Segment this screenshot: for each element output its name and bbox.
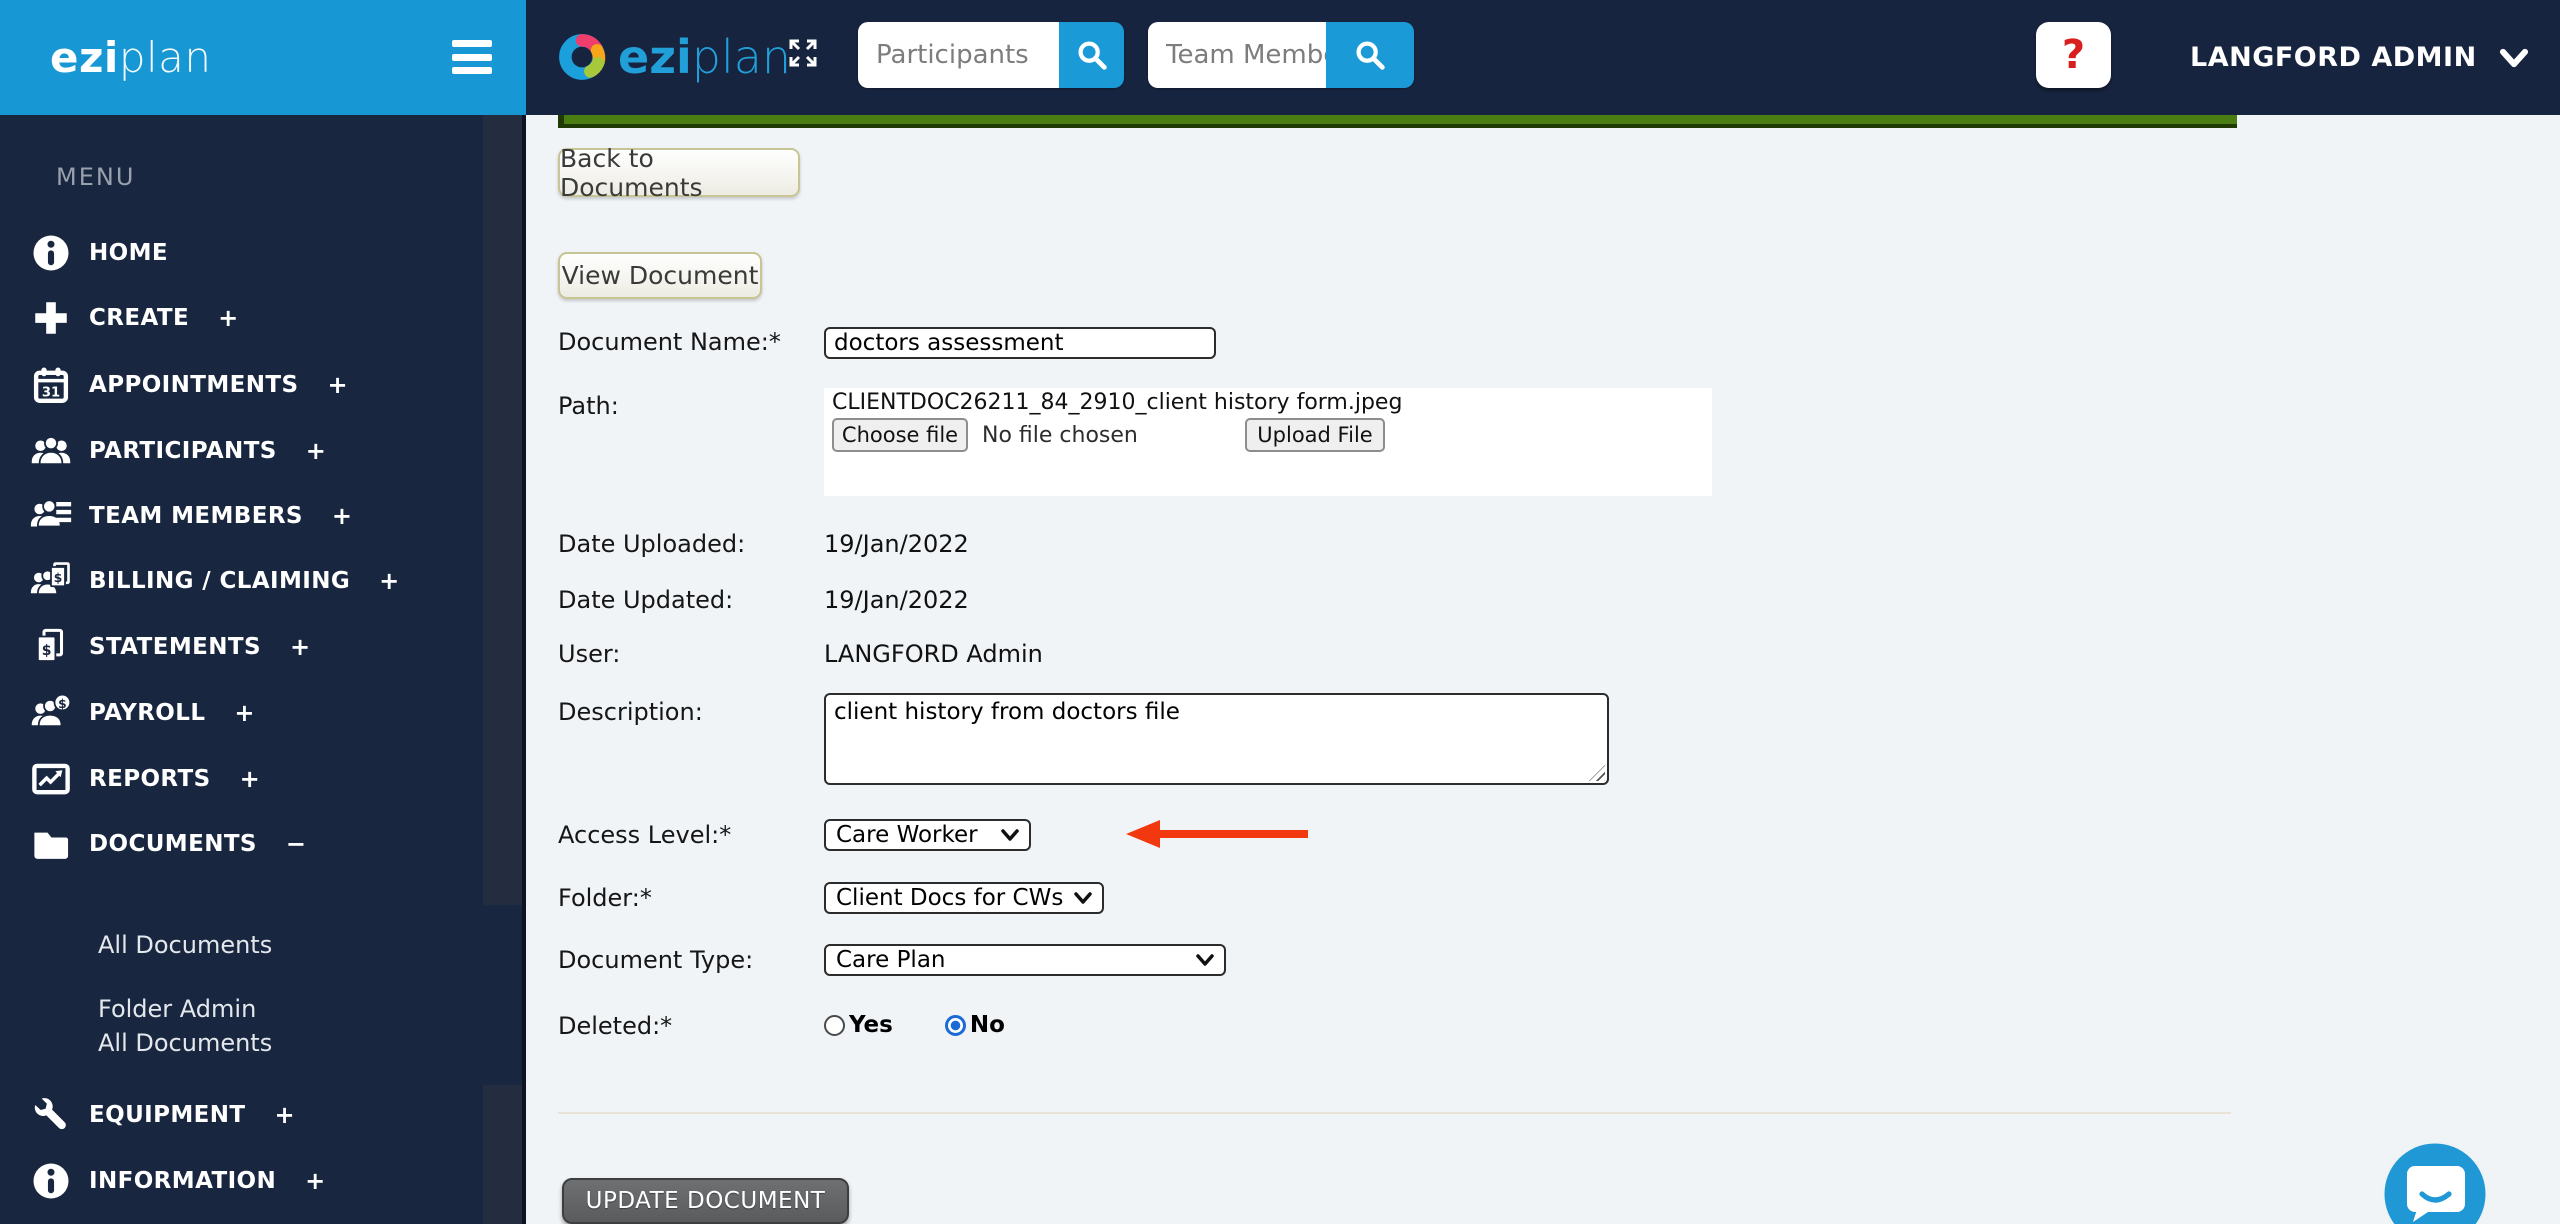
deleted-yes-radio[interactable] — [824, 1014, 845, 1036]
deleted-label: Deleted:* — [558, 1012, 673, 1040]
app-logo-text: eziplan — [618, 30, 792, 84]
description-textarea[interactable]: client history from doctors file — [824, 693, 1609, 785]
panel-top-green-bar — [558, 115, 2237, 128]
sidebar-logo[interactable]: eziplan — [50, 33, 212, 82]
fullscreen-expand-icon[interactable] — [788, 38, 818, 68]
svg-text:$: $ — [58, 697, 67, 711]
sidebar-item-appointments[interactable]: 31 APPOINTMENTS + — [0, 363, 483, 407]
payroll-coin-icon: $ — [31, 693, 72, 727]
sidebar-item-billing-claiming[interactable]: $ BILLING / CLAIMING + — [0, 559, 483, 603]
sidebar-item-home[interactable]: HOME — [0, 231, 483, 275]
deleted-no-label: No — [969, 1012, 1005, 1038]
user-label: User: — [558, 640, 621, 668]
folder-label: Folder:* — [558, 884, 652, 912]
sidebar-logo-bold: ezi — [50, 33, 119, 82]
sidebar-item-team-members[interactable]: TEAM MEMBERS + — [0, 494, 483, 538]
deleted-no-radio[interactable] — [944, 1014, 966, 1036]
date-uploaded-label: Date Uploaded: — [558, 530, 746, 558]
people-group-icon — [31, 436, 71, 465]
submenu-item-folder-admin[interactable]: Folder Admin — [0, 989, 522, 1029]
no-file-chosen-text: No file chosen — [982, 423, 1138, 448]
statement-document-icon: $ — [37, 628, 64, 662]
hamburger-menu-icon[interactable] — [452, 40, 492, 74]
access-level-select[interactable]: Care Worker — [824, 819, 1031, 851]
search-icon — [1356, 41, 1385, 70]
participants-search-input[interactable] — [858, 22, 1059, 88]
upload-file-button[interactable]: Upload File — [1245, 418, 1385, 452]
sidebar-item-statements[interactable]: $ STATEMENTS + — [0, 625, 483, 669]
deleted-yes-label: Yes — [849, 1012, 893, 1038]
back-to-documents-button[interactable]: Back to Documents — [558, 144, 800, 202]
team-members-search-button[interactable] — [1326, 22, 1414, 88]
date-updated-label: Date Updated: — [558, 586, 734, 614]
info-circle-icon — [33, 1163, 69, 1199]
document-type-label: Document Type: — [558, 946, 754, 974]
sidebar-edge — [522, 115, 526, 1224]
sidebar-logo-light: plan — [118, 33, 212, 82]
view-document-button[interactable]: View Document — [558, 252, 762, 299]
chart-icon — [32, 763, 70, 795]
folder-select[interactable]: Client Docs for CWs — [824, 882, 1104, 914]
path-filename: CLIENTDOC26211_84_2910_client history fo… — [832, 390, 1403, 415]
svg-text:31: 31 — [42, 385, 60, 400]
logo-donut-icon — [559, 34, 606, 80]
red-annotation-arrow — [1126, 820, 1308, 848]
info-circle-icon — [33, 235, 69, 271]
svg-text:$: $ — [54, 571, 63, 585]
svg-text:$: $ — [42, 643, 52, 659]
path-label: Path: — [558, 392, 619, 420]
description-label: Description: — [558, 698, 703, 726]
sidebar-item-participants[interactable]: PARTICIPANTS + — [0, 429, 483, 473]
select-chevron-icon — [1074, 892, 1092, 904]
select-chevron-icon — [1001, 829, 1019, 841]
sidebar-item-payroll[interactable]: $ PAYROLL + — [0, 691, 483, 735]
form-bottom-divider — [558, 1112, 2231, 1114]
sidebar-header: eziplan — [0, 0, 526, 115]
calendar-icon: 31 — [33, 367, 69, 403]
document-type-select[interactable]: Care Plan — [824, 944, 1226, 976]
submenu-item-all-documents[interactable]: All Documents — [0, 925, 522, 965]
menu-section-label: MENU — [56, 163, 136, 191]
date-uploaded-value: 19/Jan/2022 — [824, 530, 969, 558]
chat-widget-button[interactable] — [2381, 1140, 2489, 1224]
select-chevron-icon — [1196, 954, 1214, 966]
plus-icon — [35, 302, 67, 334]
search-icon — [1077, 41, 1107, 70]
participants-search — [858, 22, 1124, 88]
app-logo[interactable]: eziplan — [556, 30, 791, 84]
deleted-radio-group: Yes No — [824, 1012, 1005, 1038]
participants-search-button[interactable] — [1059, 22, 1124, 88]
help-question-mark: ? — [2061, 32, 2086, 78]
sidebar-item-equipment[interactable]: EQUIPMENT + — [0, 1093, 483, 1137]
sidebar-item-create[interactable]: CREATE + — [0, 296, 483, 340]
path-panel: CLIENTDOC26211_84_2910_client history fo… — [824, 388, 1712, 496]
wrench-icon — [34, 1098, 66, 1130]
date-updated-value: 19/Jan/2022 — [824, 586, 969, 614]
user-name: LANGFORD ADMIN — [2190, 42, 2477, 73]
sidebar-item-information[interactable]: INFORMATION + — [0, 1159, 483, 1203]
team-members-search-input[interactable] — [1148, 22, 1326, 88]
chevron-down-icon — [2499, 48, 2528, 67]
team-members-search — [1148, 22, 1414, 88]
access-level-label: Access Level:* — [558, 821, 732, 849]
document-name-input[interactable] — [824, 327, 1216, 359]
document-name-label: Document Name:* — [558, 328, 781, 356]
update-document-button[interactable]: UPDATE DOCUMENT — [562, 1178, 849, 1224]
user-value: LANGFORD Admin — [824, 640, 1043, 668]
sidebar: MENU HOME CREATE + 31 APPOINTMENTS + PAR… — [0, 115, 526, 1224]
people-list-icon — [30, 499, 72, 528]
user-menu[interactable]: LANGFORD ADMIN — [2190, 0, 2529, 115]
choose-file-button[interactable]: Choose file — [832, 418, 968, 452]
help-button[interactable]: ? — [2036, 22, 2111, 88]
sidebar-item-reports[interactable]: REPORTS + — [0, 757, 483, 801]
sidebar-item-documents[interactable]: DOCUMENTS − — [0, 822, 483, 866]
folder-icon — [34, 832, 69, 859]
billing-document-icon: $ — [30, 562, 70, 595]
